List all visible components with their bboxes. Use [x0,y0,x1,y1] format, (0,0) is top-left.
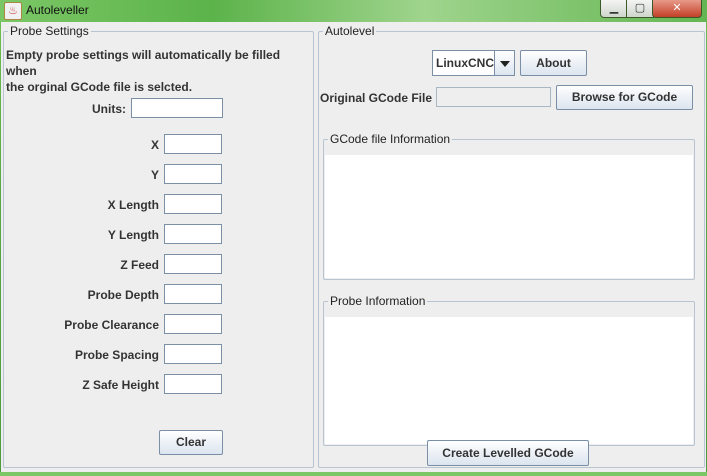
probe-spacing-label: Probe Spacing [74,348,159,362]
units-field[interactable] [131,98,223,118]
gcode-info-legend: GCode file Information [330,132,451,146]
gcode-info-panel: GCode file Information [323,132,695,280]
client-area: Probe Settings Empty probe settings will… [1,22,706,472]
window-bottom-border [0,472,707,476]
description-line-2: the orginal GCode file is selcted. [6,80,193,94]
original-gcode-label: Original GCode File [319,91,432,105]
x-label: X [150,138,159,152]
probe-info-panel: Probe Information [323,294,695,446]
minimize-icon[interactable]: ▁ [600,0,628,18]
x-length-field[interactable] [164,194,222,214]
probe-spacing-field[interactable] [164,344,222,364]
close-icon[interactable]: ✕ [652,0,702,18]
maximize-icon[interactable]: ▢ [626,0,654,18]
autolevel-legend: Autolevel [325,24,375,38]
title-bar[interactable]: ♨ Autoleveller ▁ ▢ ✕ [0,0,707,22]
probe-info-textarea[interactable] [325,317,693,444]
probe-settings-description: Empty probe settings will automatically … [6,47,311,95]
probe-depth-field[interactable] [164,284,222,304]
z-feed-label: Z Feed [120,258,159,272]
clear-button[interactable]: Clear [159,430,223,455]
z-feed-field[interactable] [164,254,222,274]
probe-info-legend: Probe Information [330,294,426,308]
about-button[interactable]: About [520,50,587,76]
window-title: Autoleveller [26,3,89,17]
x-field[interactable] [164,134,222,154]
gcode-info-textarea[interactable] [325,155,693,278]
app-window: ♨ Autoleveller ▁ ▢ ✕ Probe Settings Empt… [0,0,707,476]
probe-clearance-label: Probe Clearance [64,318,159,332]
probe-settings-legend: Probe Settings [10,24,89,38]
x-length-label: X Length [107,198,159,212]
z-safe-height-label: Z Safe Height [82,378,159,392]
description-line-1: Empty probe settings will automatically … [6,48,281,78]
browse-gcode-button[interactable]: Browse for GCode [556,85,693,110]
probe-depth-label: Probe Depth [87,288,159,302]
y-length-field[interactable] [164,224,222,244]
controller-select[interactable]: LinuxCNC [432,50,515,76]
java-cup-icon: ♨ [4,2,22,20]
z-safe-height-field[interactable] [164,374,222,394]
y-length-label: Y Length [107,228,159,242]
chevron-down-icon[interactable] [494,51,514,75]
autolevel-panel: Autolevel LinuxCNC About Original GCode … [318,24,705,468]
y-label: Y [150,168,159,182]
original-gcode-field [436,87,551,107]
probe-clearance-field[interactable] [164,314,222,334]
y-field[interactable] [164,164,222,184]
create-levelled-gcode-button[interactable]: Create Levelled GCode [427,440,589,466]
units-label: Units: [92,102,126,116]
controller-selected-value: LinuxCNC [436,56,494,70]
